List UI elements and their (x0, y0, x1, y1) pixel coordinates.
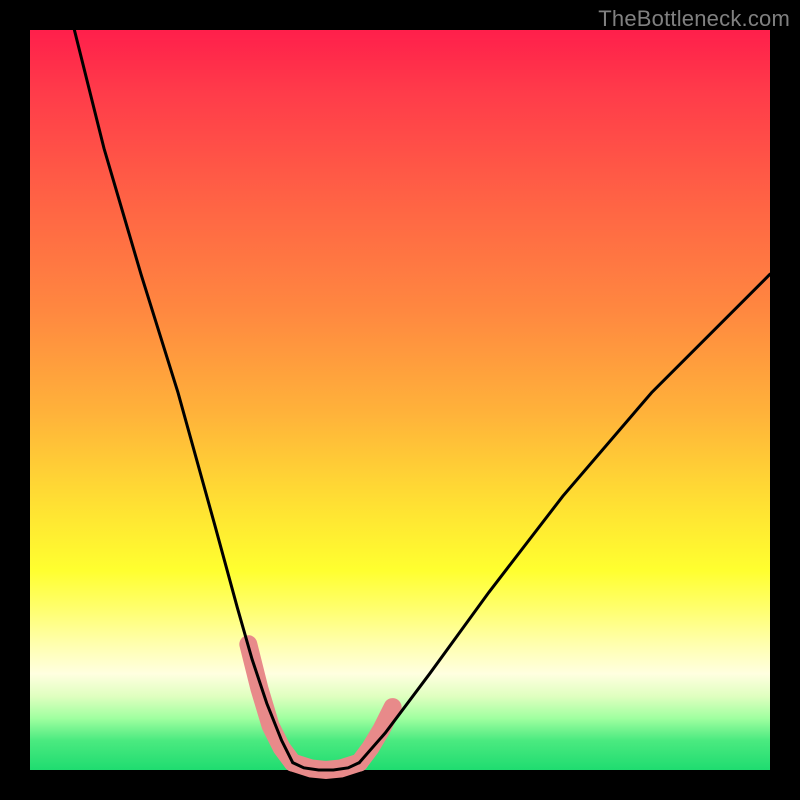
watermark-text: TheBottleneck.com (598, 6, 790, 32)
chart-svg (30, 30, 770, 770)
curve-left-branch (74, 30, 292, 763)
curve-layer (74, 30, 770, 770)
highlight-left (248, 644, 292, 762)
highlight-right (359, 707, 392, 763)
curve-right-branch (359, 274, 770, 762)
chart-frame: TheBottleneck.com (0, 0, 800, 800)
